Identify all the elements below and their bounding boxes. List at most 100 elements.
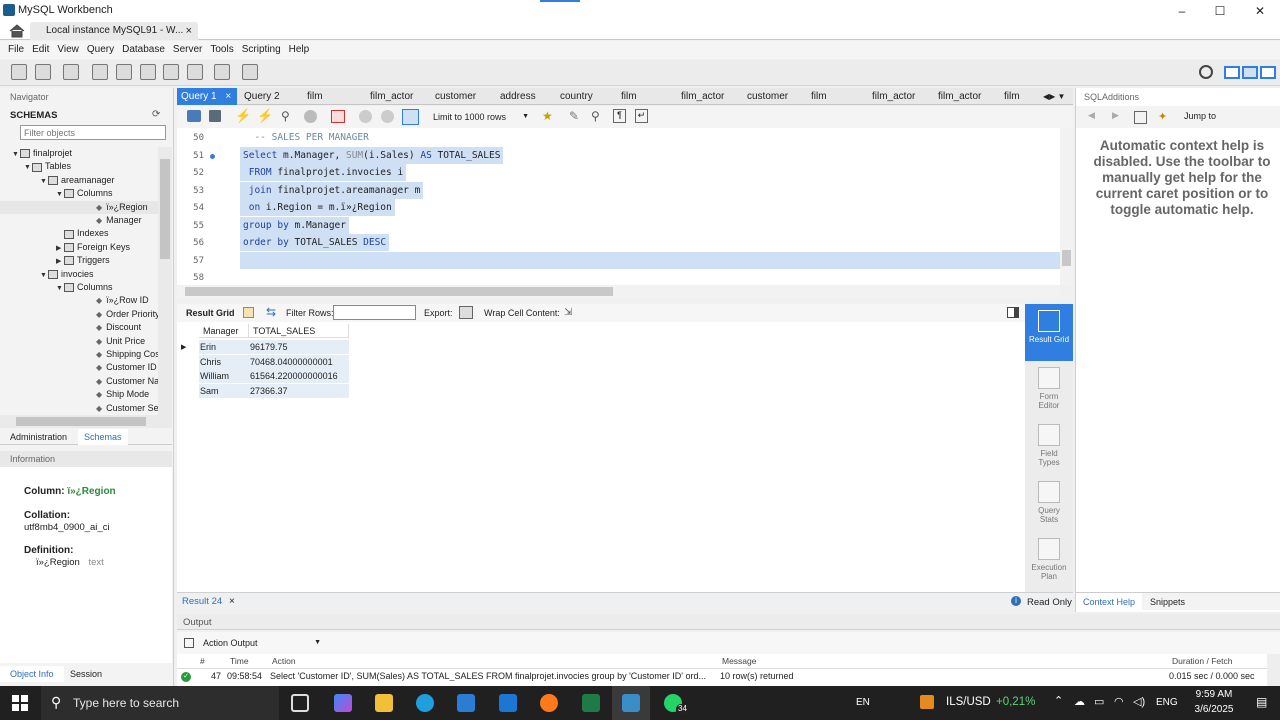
menu-view[interactable]: View bbox=[57, 41, 79, 59]
tree-node[interactable]: ◆ Discount bbox=[0, 321, 158, 334]
sql-editor[interactable]: 50 -- SALES PER MANAGER 51 Select m.Manage… bbox=[177, 128, 1060, 285]
tree-node[interactable]: Indexes bbox=[0, 227, 158, 240]
code-line[interactable]: group by m.Manager bbox=[240, 216, 349, 234]
expand-down-icon[interactable]: ▼ bbox=[12, 148, 20, 160]
query-tab[interactable]: film bbox=[616, 88, 637, 105]
task-view-icon[interactable] bbox=[291, 694, 309, 712]
tree-node[interactable]: ◆ Ship Mode bbox=[0, 388, 158, 401]
query-tab[interactable]: country bbox=[555, 88, 593, 105]
auto-help-icon[interactable]: ✦ bbox=[1158, 110, 1167, 123]
tab-administration[interactable]: Administration bbox=[10, 432, 67, 442]
query-tab[interactable]: film bbox=[302, 88, 323, 105]
tree-node[interactable]: ◆ Unit Price bbox=[0, 335, 158, 348]
ticker-label[interactable]: ILS/USD bbox=[946, 696, 991, 708]
create-function-icon[interactable] bbox=[187, 64, 203, 80]
tree-node[interactable]: ◆ Customer ID bbox=[0, 361, 158, 374]
tab-schemas[interactable]: Schemas bbox=[78, 429, 128, 445]
export-icon[interactable] bbox=[459, 306, 473, 319]
limit-rows-select[interactable]: Limit to 1000 rows ▼ bbox=[429, 109, 533, 125]
output-row[interactable]: ✓ 47 09:58:54 Select 'Customer ID', SUM(… bbox=[177, 654, 1267, 686]
autocommit-icon[interactable] bbox=[402, 109, 419, 125]
table-row[interactable]: Sam 27366.37 bbox=[199, 383, 349, 398]
chevron-up-icon[interactable]: ⌃ bbox=[1054, 694, 1063, 707]
notifications-icon[interactable]: ▤ bbox=[1256, 695, 1267, 709]
toggle-secondary-sidebar-icon[interactable] bbox=[1260, 66, 1276, 79]
grid-column-header[interactable]: Manager bbox=[199, 324, 249, 338]
side-panel-button[interactable]: Query Stats bbox=[1025, 475, 1073, 532]
filter-objects-input[interactable] bbox=[20, 125, 166, 140]
table-row[interactable]: Chris 70468.04000000001 bbox=[199, 354, 349, 369]
code-line[interactable]: on i.Region = m.ï»¿Region bbox=[240, 199, 395, 216]
query-tab[interactable]: Query 2 bbox=[239, 88, 280, 105]
menu-server[interactable]: Server bbox=[173, 41, 202, 59]
firefox-icon[interactable] bbox=[540, 694, 558, 712]
editor-vscroll[interactable] bbox=[1060, 128, 1073, 285]
close-icon[interactable]: × bbox=[229, 596, 235, 607]
settings-icon[interactable] bbox=[1199, 65, 1213, 79]
new-connection-icon[interactable] bbox=[11, 64, 27, 80]
code-line[interactable]: FROM finalprojet.invocies i bbox=[240, 164, 407, 181]
tab-object-info[interactable]: Object Info bbox=[0, 666, 64, 682]
save-icon[interactable] bbox=[209, 110, 221, 122]
workbench-taskbar-button[interactable] bbox=[612, 686, 650, 720]
wrap-cell-icon[interactable]: ⇲ bbox=[564, 307, 572, 318]
wifi-icon[interactable]: ◠ bbox=[1114, 695, 1124, 708]
side-panel-button[interactable]: Field Types bbox=[1025, 418, 1073, 475]
query-tab[interactable]: customer bbox=[430, 88, 476, 105]
mail-icon[interactable] bbox=[499, 694, 517, 712]
menu-tools[interactable]: Tools bbox=[210, 41, 233, 59]
file-explorer-icon[interactable] bbox=[375, 694, 393, 712]
invisible-chars-icon[interactable]: ¶ bbox=[613, 109, 626, 123]
toggle-sidebar-icon[interactable] bbox=[1224, 66, 1240, 79]
expand-down-icon[interactable]: ▼ bbox=[56, 282, 64, 294]
windows-start-icon[interactable] bbox=[12, 695, 28, 711]
keyboard-indicator[interactable]: ENG bbox=[1156, 697, 1178, 708]
close-icon[interactable]: × bbox=[223, 91, 231, 102]
query-tab[interactable]: customer bbox=[742, 88, 788, 105]
tab-context-help[interactable]: Context Help bbox=[1076, 593, 1143, 611]
taskbar-search[interactable]: ⚲ Type here to search bbox=[41, 686, 279, 720]
create-table-icon[interactable] bbox=[116, 64, 132, 80]
expand-down-icon[interactable]: ▼ bbox=[56, 188, 64, 200]
reconnect-icon[interactable] bbox=[242, 64, 258, 80]
context-help-icon[interactable] bbox=[1134, 111, 1147, 124]
tree-hscroll[interactable] bbox=[0, 415, 172, 428]
code-line[interactable]: Select m.Manager, SUM(i.Sales) AS TOTAL_… bbox=[240, 146, 504, 164]
table-cell[interactable]: Erin bbox=[199, 340, 216, 354]
menu-scripting[interactable]: Scripting bbox=[242, 41, 281, 59]
grid-icon[interactable] bbox=[243, 307, 254, 318]
back-icon[interactable]: ◀ bbox=[1088, 110, 1095, 121]
edge-icon[interactable] bbox=[416, 694, 434, 712]
menu-file[interactable]: File bbox=[8, 41, 24, 59]
tree-node[interactable]: ◆ Order Priority bbox=[0, 308, 158, 321]
expand-right-icon[interactable]: ▶ bbox=[56, 255, 64, 267]
query-tab[interactable]: film bbox=[806, 88, 827, 105]
search-table-icon[interactable] bbox=[214, 64, 230, 80]
commit-icon[interactable] bbox=[359, 110, 372, 123]
store-icon[interactable] bbox=[457, 694, 475, 712]
tab-scroll-icon[interactable]: ◀▶ ▼ bbox=[1043, 88, 1065, 105]
stop-icon[interactable] bbox=[304, 110, 317, 123]
home-icon[interactable] bbox=[9, 24, 25, 38]
expand-down-icon[interactable]: ▼ bbox=[24, 161, 32, 173]
side-panel-button[interactable]: Form Editor bbox=[1025, 361, 1073, 418]
grid-column-header[interactable]: TOTAL_SALES bbox=[249, 324, 349, 338]
code-line[interactable] bbox=[240, 269, 246, 286]
expand-down-icon[interactable]: ▼ bbox=[40, 269, 48, 281]
tree-node[interactable]: ◆ Manager bbox=[0, 214, 158, 227]
query-tab[interactable]: film_actor bbox=[676, 88, 724, 105]
expand-right-icon[interactable]: ▶ bbox=[56, 242, 64, 254]
code-line[interactable] bbox=[240, 251, 1060, 269]
refresh-icon[interactable]: ⇆ bbox=[266, 305, 276, 319]
minimize-button[interactable]: – bbox=[1162, 0, 1202, 22]
tree-node[interactable]: ◆ Shipping Cost bbox=[0, 348, 158, 361]
menu-database[interactable]: Database bbox=[122, 41, 165, 59]
brush-icon[interactable]: ✎ bbox=[569, 109, 579, 123]
close-button[interactable]: ✕ bbox=[1240, 0, 1280, 22]
code-line[interactable]: join finalprojet.areamanager m bbox=[240, 181, 424, 199]
toggle-output-icon[interactable] bbox=[1242, 66, 1258, 79]
table-cell[interactable]: William bbox=[199, 369, 229, 383]
tree-node[interactable]: ▼ Columns bbox=[0, 187, 158, 200]
tree-node[interactable]: ▶ Triggers bbox=[0, 254, 158, 267]
tree-node[interactable]: ▼ areamanager bbox=[0, 174, 158, 187]
